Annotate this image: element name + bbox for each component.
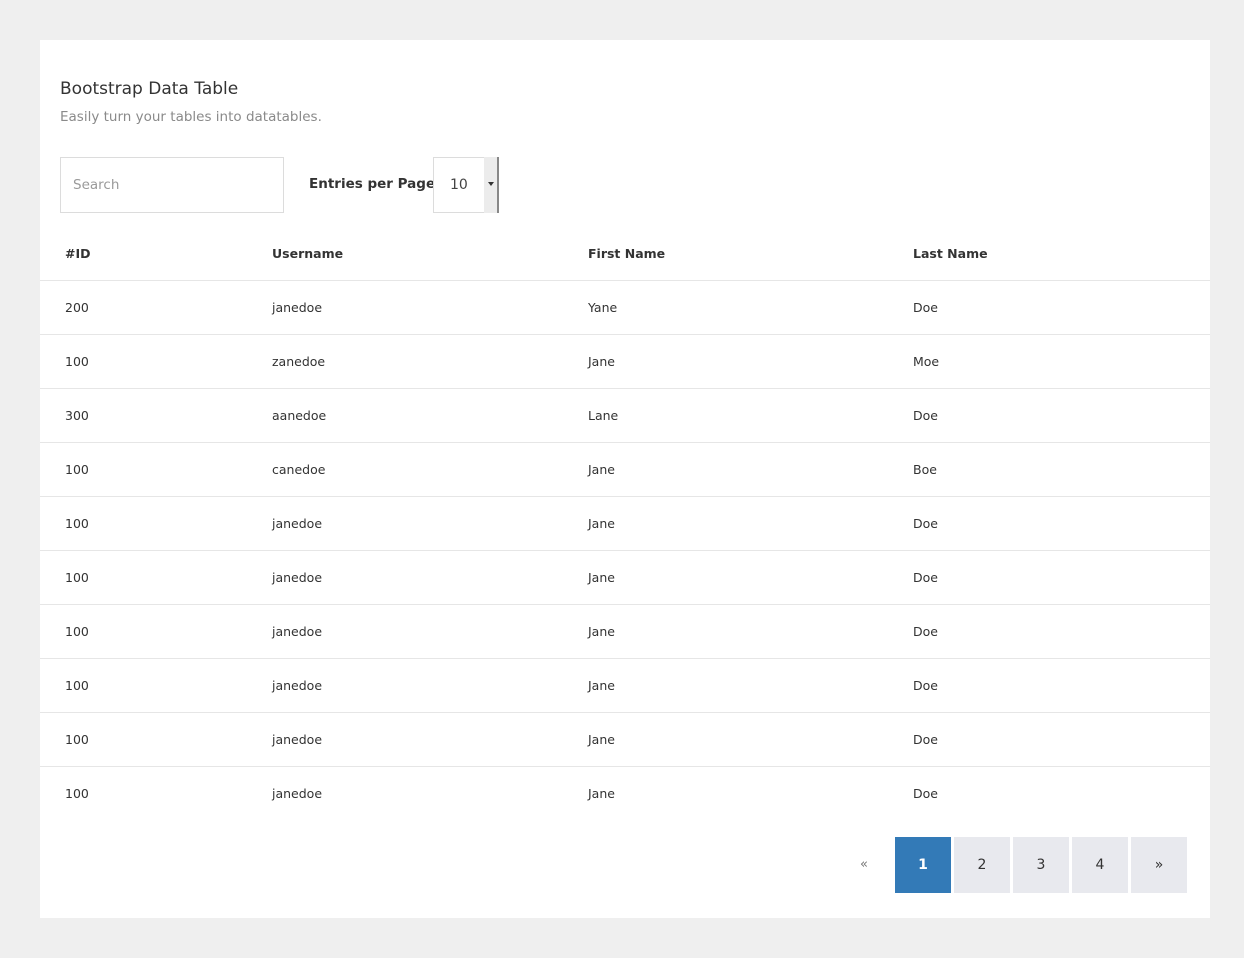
cell-username: janedoe (272, 658, 588, 713)
table-row: 100 janedoe Jane Doe (40, 496, 1210, 551)
cell-id: 100 (40, 442, 272, 497)
cell-last-name: Doe (913, 658, 1210, 713)
data-table: #ID Username First Name Last Name 200 ja… (40, 227, 1210, 820)
cell-first-name: Jane (588, 442, 913, 497)
table-header-row: #ID Username First Name Last Name (40, 227, 1210, 281)
cell-id: 100 (40, 712, 272, 767)
pagination-prev-button[interactable]: « (836, 837, 892, 893)
table-row: 100 janedoe Jane Doe (40, 712, 1210, 767)
cell-username: aanedoe (272, 388, 588, 443)
cell-first-name: Jane (588, 550, 913, 605)
cell-id: 100 (40, 496, 272, 551)
column-header-username[interactable]: Username (272, 227, 588, 281)
column-header-id[interactable]: #ID (40, 227, 272, 281)
cell-first-name: Jane (588, 604, 913, 659)
cell-first-name: Jane (588, 658, 913, 713)
cell-id: 100 (40, 550, 272, 605)
table-row: 300 aanedoe Lane Doe (40, 388, 1210, 443)
caret-down-icon[interactable] (484, 157, 499, 213)
cell-first-name: Jane (588, 712, 913, 767)
table-row: 100 janedoe Jane Doe (40, 604, 1210, 659)
entries-per-page-value: 10 (450, 177, 468, 193)
pagination-page-1[interactable]: 1 (895, 837, 951, 893)
pagination-page-4[interactable]: 4 (1072, 837, 1128, 893)
cell-id: 200 (40, 280, 272, 335)
pagination-next-button[interactable]: » (1131, 837, 1187, 893)
cell-username: janedoe (272, 786, 323, 801)
cell-first-name: Yane (588, 280, 913, 335)
cell-last-name: Doe (913, 786, 938, 801)
entries-per-page-select[interactable]: 10 (433, 157, 499, 213)
entries-per-page-label: Entries per Page: (309, 176, 441, 192)
data-table-card: Bootstrap Data Table Easily turn your ta… (40, 40, 1210, 918)
cell-username: canedoe (272, 442, 588, 497)
column-header-first-name[interactable]: First Name (588, 227, 913, 281)
cell-last-name: Doe (913, 280, 1210, 335)
cell-username: janedoe (272, 280, 588, 335)
table-row: 200 janedoe Yane Doe (40, 280, 1210, 335)
table-row: 100 janedoe Jane Doe (40, 658, 1210, 713)
table-row: 100 janedoe Jane Doe (40, 767, 1210, 821)
cell-id: 100 (40, 604, 272, 659)
cell-last-name: Doe (913, 712, 1210, 767)
pagination-page-2[interactable]: 2 (954, 837, 1010, 893)
table-row: 100 canedoe Jane Boe (40, 442, 1210, 497)
cell-first-name: Lane (588, 388, 913, 443)
cell-id: 100 (40, 658, 272, 713)
cell-username: janedoe (272, 712, 588, 767)
cell-id: 300 (40, 388, 272, 443)
cell-first-name: Jane (588, 496, 913, 551)
search-input[interactable] (60, 157, 284, 213)
pagination-page-3[interactable]: 3 (1013, 837, 1069, 893)
page-subtitle: Easily turn your tables into datatables. (60, 109, 322, 125)
cell-last-name: Doe (913, 388, 1210, 443)
cell-last-name: Doe (913, 550, 1210, 605)
cell-first-name: Jane (588, 334, 913, 389)
column-header-last-name[interactable]: Last Name (913, 227, 1210, 281)
cell-last-name: Doe (913, 604, 1210, 659)
cell-first-name: Jane (588, 786, 615, 801)
cell-username: janedoe (272, 496, 588, 551)
cell-last-name: Doe (913, 496, 1210, 551)
table-row: 100 zanedoe Jane Moe (40, 334, 1210, 389)
cell-username: zanedoe (272, 334, 588, 389)
cell-last-name: Moe (913, 334, 1210, 389)
cell-last-name: Boe (913, 442, 1210, 497)
pagination: « 1 2 3 4 » (836, 837, 1187, 893)
page-title: Bootstrap Data Table (60, 79, 239, 99)
cell-id: 100 (65, 786, 89, 801)
cell-id: 100 (40, 334, 272, 389)
table-row: 100 janedoe Jane Doe (40, 550, 1210, 605)
cell-username: janedoe (272, 604, 588, 659)
cell-username: janedoe (272, 550, 588, 605)
